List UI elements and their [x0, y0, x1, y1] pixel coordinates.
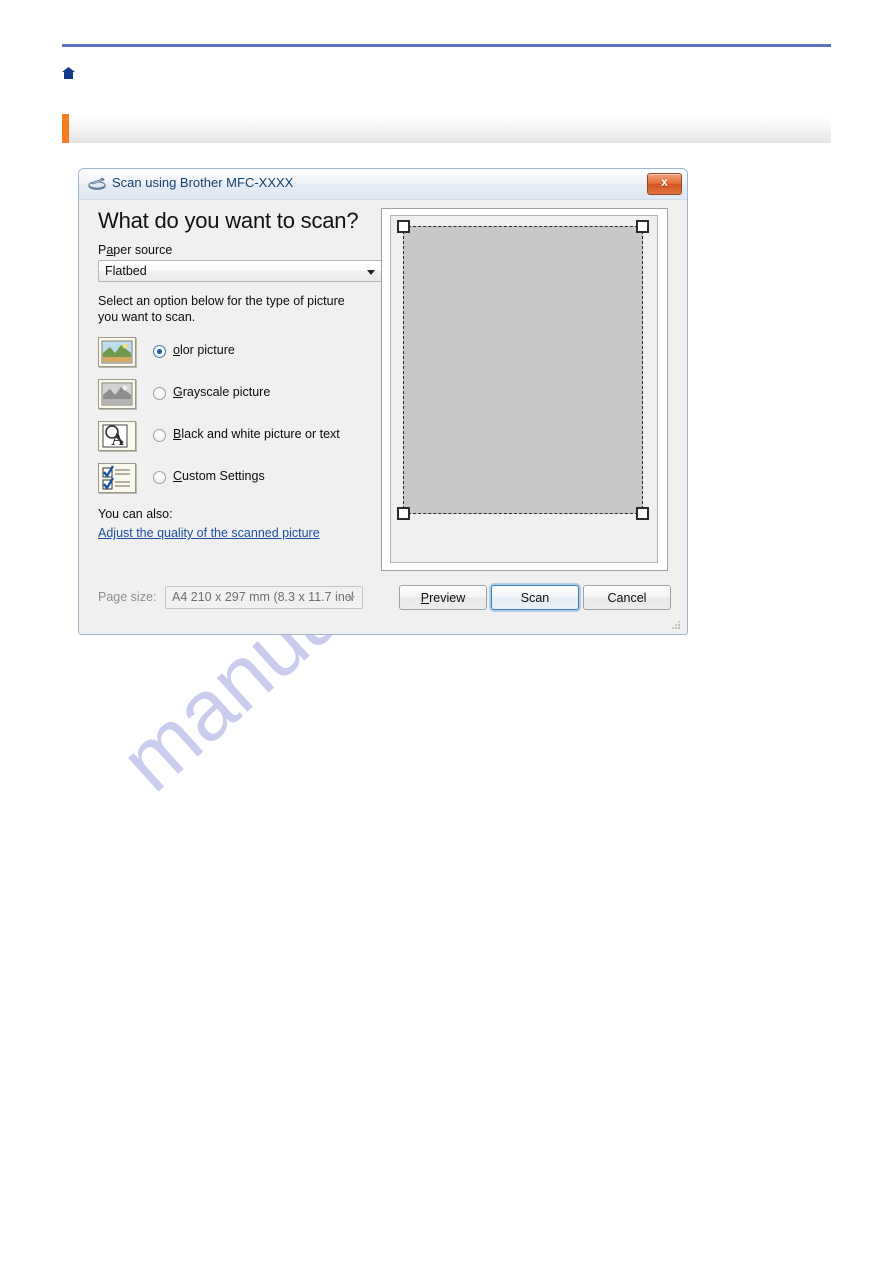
page-title: What do you want to scan?	[98, 208, 359, 233]
dialog-action-bar: Page size: A4 210 x 297 mm (8.3 x 11.7 i…	[79, 572, 687, 634]
preview-rest: review	[429, 590, 466, 605]
selection-handle-bottom-right[interactable]	[636, 507, 649, 520]
opt-rest-1: rayscale picture	[182, 385, 271, 399]
preview-button[interactable]: Preview	[399, 585, 487, 610]
radio-custom-settings[interactable]	[153, 471, 166, 484]
page-top-rule	[62, 44, 831, 47]
paper-source-value: Flatbed	[105, 264, 147, 278]
cancel-button[interactable]: Cancel	[583, 585, 671, 610]
opt-rest-0: lor picture	[179, 343, 235, 357]
scan-type-helper-text: Select an option below for the type of p…	[98, 294, 345, 324]
section-accent-bar	[62, 114, 69, 143]
custom-settings-icon	[98, 463, 136, 493]
opt-rest-3: ustom Settings	[182, 469, 265, 483]
close-icon[interactable]: x	[647, 173, 682, 195]
watermark: manualshive.com	[103, 291, 755, 985]
section-band	[62, 114, 831, 143]
black-white-text-icon: A	[98, 421, 136, 451]
scan-type-option-label: Grayscale picture	[173, 385, 270, 399]
opt-rest-2: lack and white picture or text	[181, 427, 340, 441]
selection-handle-top-right[interactable]	[636, 220, 649, 233]
home-icon[interactable]	[62, 66, 75, 79]
page-size-select[interactable]: A4 210 x 297 mm (8.3 x 11.7 incl	[165, 586, 363, 609]
radio-color-picture[interactable]	[153, 345, 166, 358]
page-size-label: Page size:	[98, 590, 157, 604]
adjust-quality-link[interactable]: Adjust the quality of the scanned pictur…	[98, 526, 320, 540]
paper-source-label: Paper source	[98, 243, 383, 257]
scan-dialog: Scan using Brother MFC-XXXX x What do yo…	[78, 168, 688, 635]
opt-accel-0: o	[173, 343, 180, 357]
preview-canvas[interactable]	[390, 215, 658, 563]
scan-selection-region[interactable]	[397, 220, 649, 520]
dialog-body: What do you want to scan? Paper source F…	[79, 200, 687, 634]
color-picture-icon	[98, 337, 136, 367]
scan-options-pane: What do you want to scan? Paper source F…	[98, 208, 383, 542]
scan-type-option-label: Custom Settings	[173, 469, 265, 483]
dialog-titlebar[interactable]: Scan using Brother MFC-XXXX x	[79, 169, 687, 200]
scan-button[interactable]: Scan	[491, 585, 579, 610]
paper-source-label-rest: per source	[113, 243, 173, 257]
opt-accel-1: G	[173, 385, 183, 399]
resize-grip-icon[interactable]	[670, 618, 682, 630]
opt-accel-3: C	[173, 469, 183, 483]
you-can-also-label: You can also:	[98, 507, 173, 521]
scanner-icon	[88, 176, 106, 192]
scan-type-option-black-and-white[interactable]: A Black and white picture or text	[98, 419, 383, 461]
grayscale-picture-icon	[98, 379, 136, 409]
scan-type-option-list: olor picture Grayscale picture A Black a…	[98, 335, 383, 503]
chevron-down-icon	[367, 270, 375, 275]
scan-type-option-color-picture[interactable]: olor picture	[98, 335, 383, 377]
selection-handle-top-left[interactable]	[397, 220, 410, 233]
scan-type-option-custom-settings[interactable]: Custom Settings	[98, 461, 383, 503]
radio-grayscale-picture[interactable]	[153, 387, 166, 400]
preview-accel: P	[420, 590, 430, 605]
scan-type-option-label: olor picture	[173, 343, 235, 357]
scan-preview-pane[interactable]	[381, 208, 668, 571]
close-x-glyph: x	[661, 175, 668, 189]
scan-type-option-label: Black and white picture or text	[173, 427, 340, 441]
scan-type-option-grayscale-picture[interactable]: Grayscale picture	[98, 377, 383, 419]
page-size-value: A4 210 x 297 mm (8.3 x 11.7 incl	[172, 590, 354, 604]
dialog-title: Scan using Brother MFC-XXXX	[112, 175, 294, 190]
radio-black-and-white[interactable]	[153, 429, 166, 442]
paper-source-select[interactable]: Flatbed	[98, 260, 383, 282]
chevron-down-icon	[347, 596, 355, 601]
selection-handle-bottom-left[interactable]	[397, 507, 410, 520]
